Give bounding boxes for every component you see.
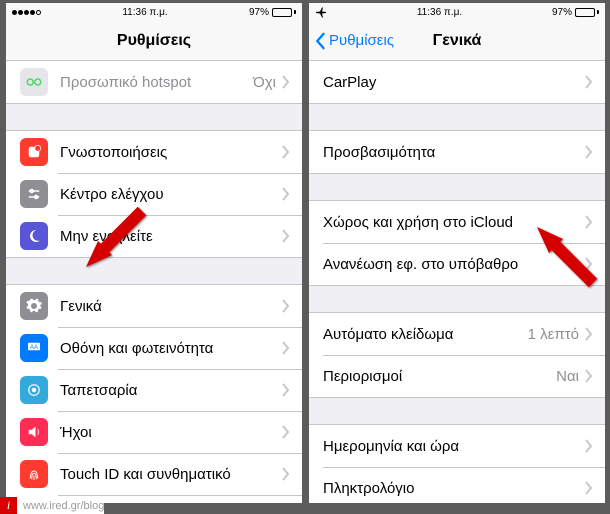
gear-icon (20, 292, 48, 320)
row-label: Ημερομηνία και ώρα (323, 438, 585, 455)
row-label: Οθόνη και φωτεινότητα (60, 340, 282, 357)
notifications-icon (20, 138, 48, 166)
back-button[interactable]: Ρυθμίσεις (313, 21, 394, 60)
chevron-right-icon (282, 467, 290, 481)
chevron-right-icon (282, 187, 290, 201)
row-label: Ανανέωση εφ. στο υπόβαθρο (323, 256, 585, 273)
airplane-icon (315, 6, 327, 18)
battery-pct: 97% (552, 7, 572, 18)
control-center-icon (20, 180, 48, 208)
wallpaper-icon (20, 376, 48, 404)
row-icloud-storage[interactable]: Χώρος και χρήση στο iCloud (309, 201, 605, 243)
chevron-right-icon (282, 229, 290, 243)
row-label: Κέντρο ελέγχου (60, 186, 282, 203)
row-label: Μην ενοχλείτε (60, 228, 282, 245)
sounds-icon (20, 418, 48, 446)
chevron-right-icon (585, 439, 593, 453)
row-label: Γενικά (60, 298, 282, 315)
screenshot-settings-root: 11:36 π.μ. 97% Ρυθμίσεις Προσωπικό hotsp… (6, 3, 302, 503)
nav-header: Ρυθμίσεις (6, 21, 302, 61)
row-value: 1 λεπτό (528, 326, 579, 343)
row-control-center[interactable]: Κέντρο ελέγχου (6, 173, 302, 215)
chevron-right-icon (585, 215, 593, 229)
fingerprint-icon (20, 460, 48, 488)
row-date-time[interactable]: Ημερομηνία και ώρα (309, 425, 605, 467)
row-label: Touch ID και συνθηματικό (60, 466, 282, 483)
moon-icon (20, 222, 48, 250)
display-icon: AA (20, 334, 48, 362)
row-label: Προσβασιμότητα (323, 144, 585, 161)
chevron-right-icon (585, 145, 593, 159)
row-label: Αυτόματο κλείδωμα (323, 326, 528, 343)
svg-text:AA: AA (30, 345, 38, 351)
watermark-text: www.ired.gr/blog (23, 500, 104, 512)
chevron-right-icon (585, 369, 593, 383)
row-label: Γνωστοποιήσεις (60, 144, 282, 161)
screenshot-general: 11:36 π.μ. 97% Ρυθμίσεις Γενικά CarPlay (309, 3, 605, 503)
page-title: Ρυθμίσεις (117, 32, 191, 50)
row-label: Προσωπικό hotspot (60, 74, 253, 91)
battery-pct: 97% (249, 7, 269, 18)
chevron-right-icon (282, 341, 290, 355)
row-accessibility[interactable]: Προσβασιμότητα (309, 131, 605, 173)
chevron-right-icon (282, 425, 290, 439)
row-notifications[interactable]: Γνωστοποιήσεις (6, 131, 302, 173)
row-sounds[interactable]: Ήχοι (6, 411, 302, 453)
row-label: Χώρος και χρήση στο iCloud (323, 214, 585, 231)
row-label: Περιορισμοί (323, 368, 556, 385)
status-time: 11:36 π.μ. (417, 7, 462, 18)
row-do-not-disturb[interactable]: Μην ενοχλείτε (6, 215, 302, 257)
nav-header: Ρυθμίσεις Γενικά (309, 21, 605, 61)
row-label: Πληκτρολόγιο (323, 480, 585, 497)
row-carplay[interactable]: CarPlay (309, 61, 605, 103)
source-watermark: i www.ired.gr/blog (0, 497, 104, 514)
status-bar: 11:36 π.μ. 97% (6, 3, 302, 21)
row-keyboard[interactable]: Πληκτρολόγιο (309, 467, 605, 503)
row-touchid[interactable]: Touch ID και συνθηματικό (6, 453, 302, 495)
chevron-right-icon (282, 75, 290, 89)
hotspot-icon (20, 68, 48, 96)
chevron-right-icon (282, 145, 290, 159)
signal-dots (12, 10, 41, 15)
row-background-refresh[interactable]: Ανανέωση εφ. στο υπόβαθρο (309, 243, 605, 285)
battery-icon (272, 8, 296, 17)
chevron-right-icon (282, 299, 290, 313)
row-personal-hotspot[interactable]: Προσωπικό hotspot Όχι (6, 61, 302, 103)
row-value: Ναι (556, 368, 579, 385)
chevron-right-icon (282, 383, 290, 397)
row-display-brightness[interactable]: AA Οθόνη και φωτεινότητα (6, 327, 302, 369)
row-wallpaper[interactable]: Ταπετσαρία (6, 369, 302, 411)
page-title: Γενικά (433, 32, 482, 50)
status-time: 11:36 π.μ. (122, 7, 167, 18)
battery-icon (575, 8, 599, 17)
row-value: Όχι (253, 74, 276, 91)
row-restrictions[interactable]: Περιορισμοί Ναι (309, 355, 605, 397)
status-bar: 11:36 π.μ. 97% (309, 3, 605, 21)
chevron-right-icon (585, 327, 593, 341)
back-label: Ρυθμίσεις (329, 32, 394, 49)
watermark-badge: i (0, 497, 17, 514)
row-label: Ήχοι (60, 424, 282, 441)
chevron-right-icon (585, 257, 593, 271)
row-label: Ταπετσαρία (60, 382, 282, 399)
row-label: CarPlay (323, 74, 585, 91)
row-general[interactable]: Γενικά (6, 285, 302, 327)
chevron-right-icon (585, 75, 593, 89)
chevron-right-icon (585, 481, 593, 495)
row-auto-lock[interactable]: Αυτόματο κλείδωμα 1 λεπτό (309, 313, 605, 355)
